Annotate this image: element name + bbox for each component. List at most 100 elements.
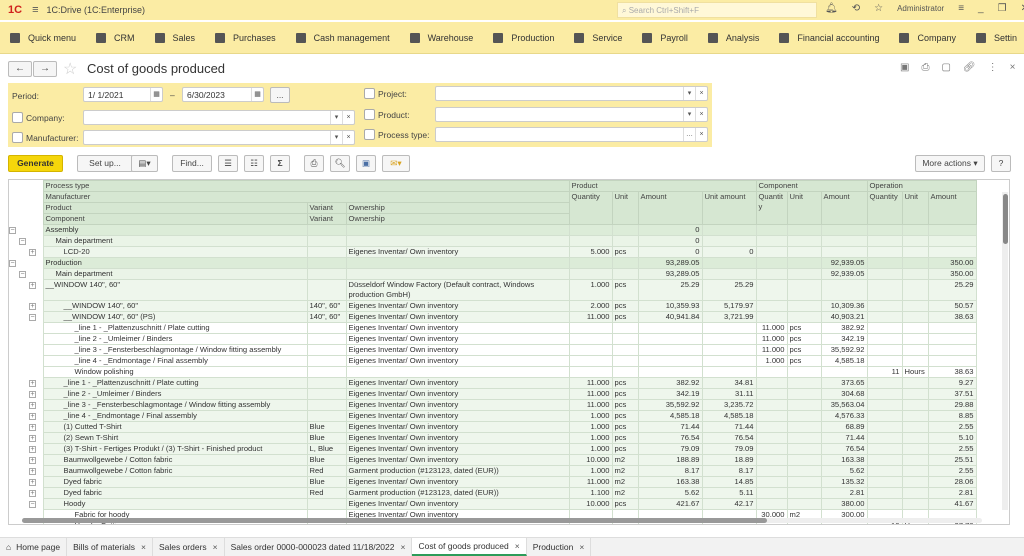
history-icon[interactable]: ⟲ xyxy=(852,3,860,14)
report-grid[interactable]: Process type Product Component Operation… xyxy=(8,179,1010,525)
close-form-icon[interactable]: × xyxy=(1010,62,1016,73)
menu-item-warehouse[interactable]: Warehouse xyxy=(409,32,473,43)
table-row[interactable]: + Dyed fabric Blue Eigenes Inventar/ Own in… xyxy=(9,476,977,488)
expand-icon[interactable]: + xyxy=(29,412,36,420)
save-icon[interactable]: ▣ xyxy=(900,62,909,73)
collapse-icon[interactable]: − xyxy=(29,313,36,321)
expand-icon[interactable]: + xyxy=(29,434,36,442)
menu-item-cash-management[interactable]: Cash management xyxy=(295,32,390,43)
collapse-icon[interactable]: − xyxy=(29,500,36,508)
menu-item-crm[interactable]: CRM xyxy=(96,32,135,43)
close-tab-icon[interactable]: × xyxy=(515,541,520,551)
table-row[interactable]: + _line 3 - _Fensterbeschlagmontage / Win… xyxy=(9,399,977,411)
expand-groups-icon[interactable]: ☷ xyxy=(244,155,264,172)
generate-button[interactable]: Generate xyxy=(8,155,63,172)
find-button[interactable]: Find... xyxy=(172,155,212,172)
header-operation-unit[interactable]: Unit xyxy=(901,191,929,225)
hamburger-menu-icon[interactable]: ≡ xyxy=(32,4,38,16)
clear-icon[interactable]: × xyxy=(342,131,354,144)
collapse-icon[interactable]: − xyxy=(19,237,26,245)
select-icon[interactable]: … xyxy=(683,128,695,141)
header-component-quantity[interactable]: Quantit y xyxy=(755,191,788,225)
expand-icon[interactable]: + xyxy=(29,489,36,497)
period-select-button[interactable]: ... xyxy=(270,87,290,103)
table-row[interactable]: + Baumwollgewebe / Cotton fabric Red Garmen… xyxy=(9,465,977,477)
expand-icon[interactable]: + xyxy=(29,456,36,464)
table-row[interactable]: + __WINDOW 140", 60" 140", 60" Eigenes Inve… xyxy=(9,300,977,312)
header-unit-amount[interactable]: Unit amount xyxy=(701,191,757,225)
company-checkbox[interactable] xyxy=(12,112,23,123)
window-tab[interactable]: Sales orders × xyxy=(153,538,225,556)
company-input[interactable]: ▾ × xyxy=(83,110,355,125)
close-tab-icon[interactable]: × xyxy=(213,542,218,552)
table-row[interactable]: _line 2 - _Umleimer / Binders Eigenes Inv… xyxy=(9,333,977,345)
horizontal-scroll-thumb[interactable] xyxy=(22,518,767,523)
clear-icon[interactable]: × xyxy=(342,111,354,124)
settings-menu-icon[interactable]: ≡ xyxy=(958,3,964,14)
process-type-checkbox[interactable] xyxy=(364,129,375,140)
window-tab[interactable]: Sales order 0000-000023 dated 11/18/2022… xyxy=(225,538,413,556)
table-row[interactable]: − __WINDOW 140", 60" (PS) 140", 60" Eigenes… xyxy=(9,311,977,323)
expand-icon[interactable]: + xyxy=(29,423,36,431)
expand-icon[interactable]: + xyxy=(29,445,36,453)
menu-item-sales[interactable]: Sales xyxy=(154,32,195,43)
restore-icon[interactable]: ❐ xyxy=(998,3,1007,14)
clear-icon[interactable]: × xyxy=(695,128,707,141)
setup-button[interactable]: Set up... xyxy=(77,155,133,172)
expand-icon[interactable]: + xyxy=(29,281,36,289)
close-window-icon[interactable]: ✕ xyxy=(1021,3,1024,14)
table-row[interactable]: + _line 4 - _Endmontage / Final assembly E… xyxy=(9,410,977,422)
print-icon[interactable]: ⎙ xyxy=(921,62,929,73)
manufacturer-input[interactable]: ▾ × xyxy=(83,130,355,145)
email-menu-icon[interactable]: ✉▾ xyxy=(382,155,410,172)
print-icon[interactable]: ⎙ xyxy=(304,155,324,172)
collapse-icon[interactable]: − xyxy=(19,270,26,278)
collapse-groups-icon[interactable]: ☰ xyxy=(218,155,238,172)
expand-icon[interactable]: + xyxy=(29,401,36,409)
header-component-unit[interactable]: Unit xyxy=(786,191,822,225)
print-preview-icon[interactable]: 🔍︎ xyxy=(330,155,350,172)
window-tab[interactable]: Bills of materials × xyxy=(67,538,153,556)
bell-icon[interactable]: 🔔︎ xyxy=(825,3,838,14)
table-row[interactable]: _line 1 - _Plattenzuschnitt / Plate cutt… xyxy=(9,322,977,334)
table-row[interactable]: − Assembly 0 xyxy=(9,224,977,236)
project-input[interactable]: ▾ × xyxy=(435,86,708,101)
table-row[interactable]: − Main department 93,289.05 92,939.05 350.00 xyxy=(9,268,977,280)
menu-item-analysis[interactable]: Analysis xyxy=(707,32,759,43)
expand-icon[interactable]: + xyxy=(29,379,36,387)
table-row[interactable]: _line 4 - _Endmontage / Final assembly Ei… xyxy=(9,355,977,367)
table-row[interactable]: + __WINDOW 140", 60" Düsseldorf Window Fac… xyxy=(9,279,977,301)
variant-menu-button[interactable]: ▤▾ xyxy=(131,155,158,172)
process-type-input[interactable]: … × xyxy=(435,127,708,142)
header-amount[interactable]: Amount xyxy=(637,191,703,225)
menu-item-financial-accounting[interactable]: Financial accounting xyxy=(779,32,879,43)
table-row[interactable]: + _line 2 - _Umleimer / Binders Eigenes In… xyxy=(9,388,977,400)
global-search-input[interactable]: ⌕ Search Ctrl+Shift+F xyxy=(617,2,817,18)
expand-icon[interactable]: + xyxy=(29,390,36,398)
period-to-input[interactable]: 6/30/2023 ▦ xyxy=(182,87,264,102)
table-row[interactable]: _line 3 - _Fensterbeschlagmontage / Wind… xyxy=(9,344,977,356)
calendar-icon[interactable]: ▦ xyxy=(150,88,162,101)
expand-icon[interactable]: + xyxy=(29,302,36,310)
table-row[interactable]: + (1) Cutted T-Shirt Blue Eigenes Inventar/… xyxy=(9,421,977,433)
window-tab[interactable]: Production × xyxy=(527,538,592,556)
forward-button[interactable]: → xyxy=(33,61,57,77)
calendar-icon[interactable]: ▦ xyxy=(251,88,263,101)
period-from-input[interactable]: 1/ 1/2021 ▦ xyxy=(83,87,163,102)
header-operation-quantity[interactable]: Quantity xyxy=(866,191,903,225)
dropdown-icon[interactable]: ▾ xyxy=(683,108,695,121)
menu-item-service[interactable]: Service xyxy=(574,32,622,43)
more-icon[interactable]: ⋮ xyxy=(988,62,998,73)
favorite-star-icon[interactable]: ☆ xyxy=(63,59,77,79)
expand-icon[interactable]: + xyxy=(29,467,36,475)
menu-item-settin[interactable]: Settin xyxy=(976,32,1017,43)
more-actions-button[interactable]: More actions ▾ xyxy=(915,155,985,172)
product-checkbox[interactable] xyxy=(364,109,375,120)
vertical-scroll-thumb[interactable] xyxy=(1003,194,1008,244)
collapse-icon[interactable]: − xyxy=(9,259,16,267)
project-checkbox[interactable] xyxy=(364,88,375,99)
user-name[interactable]: Administrator xyxy=(897,4,944,13)
table-row[interactable]: + LCD-20 Eigenes Inventar/ Own inventory 5.… xyxy=(9,246,977,258)
dropdown-icon[interactable]: ▾ xyxy=(330,131,342,144)
header-quantity[interactable]: Quantity xyxy=(568,191,613,225)
